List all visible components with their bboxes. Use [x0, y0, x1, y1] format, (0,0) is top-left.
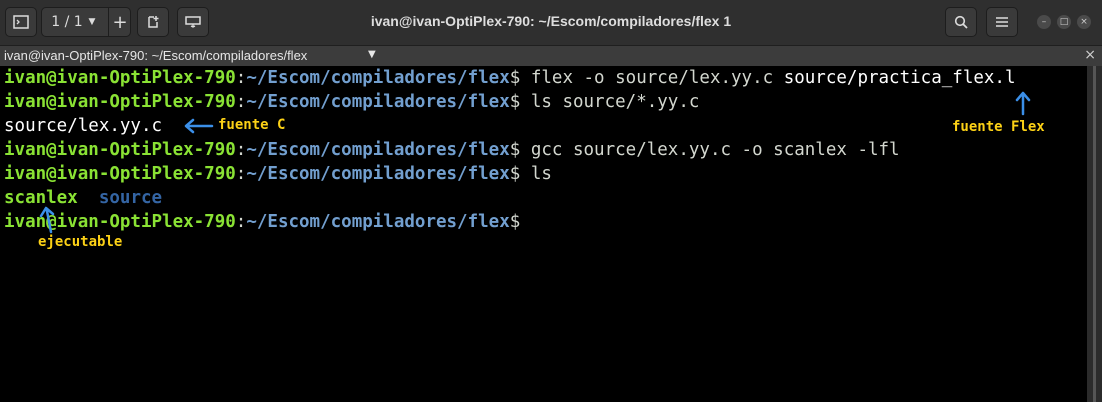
prompt-sep: :: [235, 164, 247, 184]
menu-button[interactable]: [986, 7, 1018, 37]
terminal-line: ivan@ivan-OptiPlex-790:~/Escom/compilado…: [4, 90, 699, 114]
prompt-user: ivan@ivan-OptiPlex-790: [4, 140, 236, 160]
close-tab-icon[interactable]: ×: [1084, 47, 1096, 63]
prompt-user: ivan@ivan-OptiPlex-790: [4, 92, 236, 112]
prompt-dollar: $: [509, 140, 521, 160]
terminal-line: ivan@ivan-OptiPlex-790:~/Escom/compilado…: [4, 138, 900, 162]
annotation-fuente-flex: fuente Flex: [952, 119, 1045, 135]
prompt-dollar: $: [509, 68, 521, 88]
title-bar: 1 / 1 ▼ + ivan@ivan-OptiPlex-790: ~/Esco…: [0, 0, 1102, 46]
prompt-path: ~/Escom/compiladores/flex: [246, 68, 510, 88]
prompt-path: ~/Escom/compiladores/flex: [246, 164, 510, 184]
prompt-sep: :: [235, 140, 247, 160]
terminal-line: scanlex source: [4, 186, 162, 210]
prompt-sep: :: [235, 68, 247, 88]
arrow-up-icon: [1015, 91, 1031, 116]
command-text: gcc source/lex.yy.c -o scanlex -lfl: [520, 140, 900, 160]
scrollbar-thumb[interactable]: [1093, 66, 1096, 402]
output-filename: source/lex.yy.c: [4, 116, 163, 136]
arrow-left-icon: [184, 118, 214, 134]
search-icon: [954, 15, 968, 29]
prompt-dollar: $: [509, 212, 521, 232]
maximize-button[interactable]: □: [1057, 15, 1071, 29]
command-text: flex -o source/lex.yy.c: [520, 68, 784, 88]
annotation-ejecutable: ejecutable: [38, 234, 123, 250]
terminal-output[interactable]: ivan@ivan-OptiPlex-790:~/Escom/compilado…: [0, 66, 1087, 402]
command-text: ls source/*.yy.c: [520, 92, 700, 112]
prompt-user: ivan@ivan-OptiPlex-790: [4, 68, 236, 88]
scrollbar[interactable]: [1087, 66, 1102, 402]
arrow-up-icon: [39, 206, 55, 234]
window-title: ivan@ivan-OptiPlex-790: ~/Escom/compilad…: [370, 13, 732, 29]
terminal-line: ivan@ivan-OptiPlex-790:~/Escom/compilado…: [4, 66, 1016, 90]
directory-name: source: [77, 188, 163, 208]
executable-file: scanlex: [4, 188, 78, 208]
terminal-line: ivan@ivan-OptiPlex-790:~/Escom/compilado…: [4, 162, 552, 186]
terminal-line: source/lex.yy.c: [4, 114, 163, 138]
chevron-down-icon[interactable]: ▼: [368, 49, 376, 60]
highlighted-filename: source/practica_flex.l: [783, 68, 1016, 88]
prompt-sep: :: [235, 92, 247, 112]
prompt-path: ~/Escom/compiladores/flex: [246, 212, 510, 232]
prompt-path: ~/Escom/compiladores/flex: [246, 140, 510, 160]
prompt-path: ~/Escom/compiladores/flex: [246, 92, 510, 112]
terminal-line: ivan@ivan-OptiPlex-790:~/Escom/compilado…: [4, 210, 520, 234]
search-button[interactable]: [945, 7, 977, 37]
command-text: ls: [520, 164, 552, 184]
tab-bar: ivan@ivan-OptiPlex-790: ~/Escom/compilad…: [0, 46, 1102, 66]
prompt-dollar: $: [509, 92, 521, 112]
prompt-dollar: $: [509, 164, 521, 184]
close-button[interactable]: ×: [1077, 15, 1091, 29]
minimize-button[interactable]: –: [1037, 15, 1051, 29]
annotation-fuente-c: fuente C: [218, 117, 286, 133]
prompt-user: ivan@ivan-OptiPlex-790: [4, 164, 236, 184]
tab-label[interactable]: ivan@ivan-OptiPlex-790: ~/Escom/compilad…: [4, 48, 307, 63]
prompt-sep: :: [235, 212, 247, 232]
hamburger-icon: [996, 17, 1008, 27]
